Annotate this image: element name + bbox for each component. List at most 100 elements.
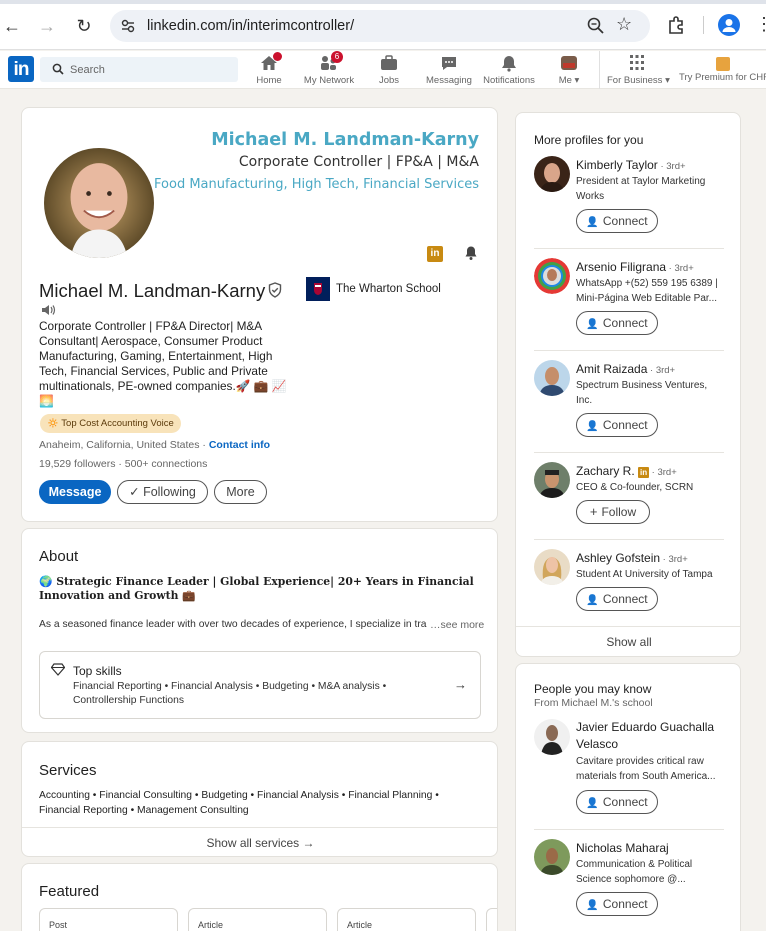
nav-messaging-label: Messaging xyxy=(426,75,472,86)
back-icon[interactable]: ← xyxy=(0,14,24,38)
person-name[interactable]: Nicholas Maharaj xyxy=(576,841,669,855)
nav-notifications[interactable]: Notifications xyxy=(479,54,539,86)
add-person-icon: 👤 xyxy=(586,595,599,606)
connect-button[interactable]: 👤 Connect xyxy=(576,790,658,814)
followers-connections[interactable]: 19,529 followers · 500+ connections xyxy=(39,458,207,470)
person-name-text[interactable]: Amit Raizada xyxy=(576,362,647,376)
linkedin-premium-badge-icon: in xyxy=(427,246,443,262)
location-text: Anaheim, California, United States · xyxy=(39,439,209,451)
profile-photo[interactable] xyxy=(41,145,157,261)
nav-divider xyxy=(599,51,600,89)
following-button[interactable]: ✓ Following xyxy=(117,480,208,504)
nav-jobs[interactable]: Jobs xyxy=(359,54,419,86)
about-text: As a seasoned finance leader with over t… xyxy=(39,619,427,630)
profile-card: Michael M. Landman-Karny Corporate Contr… xyxy=(21,107,498,522)
person-name[interactable]: Arsenio Filigrana · 3rd+ xyxy=(576,260,694,274)
person-name[interactable]: Ashley Gofstein · 3rd+ xyxy=(576,551,688,565)
forward-icon[interactable]: → xyxy=(35,14,59,38)
contact-info-link[interactable]: Contact info xyxy=(209,439,270,451)
search-icon xyxy=(52,63,64,75)
wharton-logo-icon[interactable] xyxy=(306,277,330,301)
premium-icon[interactable] xyxy=(716,57,730,71)
browser-menu-icon[interactable]: ⋮ xyxy=(755,14,766,35)
message-button[interactable]: Message xyxy=(39,480,111,504)
extensions-icon[interactable] xyxy=(666,14,688,36)
top-skills-box[interactable]: Top skills Financial Reporting • Financi… xyxy=(39,651,481,719)
network-badge: 6 xyxy=(331,51,343,63)
avatar[interactable] xyxy=(534,462,570,498)
featured-tile-type: Article xyxy=(347,920,373,930)
featured-tile[interactable]: Post xyxy=(39,908,178,931)
toolbar-divider xyxy=(703,16,704,34)
linkedin-logo-icon[interactable]: in xyxy=(8,56,34,82)
follow-button[interactable]: + Follow xyxy=(576,500,650,524)
services-list: Accounting • Financial Consulting • Budg… xyxy=(39,790,439,816)
try-premium-link[interactable]: Try Premium for CHF0 xyxy=(679,72,766,83)
me-avatar-icon xyxy=(559,54,579,72)
arrow-right-icon[interactable]: → xyxy=(454,677,467,692)
nav-me[interactable]: Me ▾ xyxy=(539,54,599,86)
show-all-link[interactable]: Show all xyxy=(516,635,740,649)
site-settings-icon[interactable] xyxy=(120,18,136,34)
add-person-icon: 👤 xyxy=(586,217,599,228)
nav-home-label: Home xyxy=(256,75,282,86)
connect-button[interactable]: 👤 Connect xyxy=(576,311,658,335)
notifications-bell-icon xyxy=(499,54,519,72)
avatar[interactable] xyxy=(534,156,570,192)
person-name-text[interactable]: Kimberly Taylor xyxy=(576,158,658,172)
services-title: Services xyxy=(39,762,97,779)
follow-bell-icon[interactable] xyxy=(463,245,479,261)
avatar[interactable] xyxy=(534,360,570,396)
nav-me-label: Me ▾ xyxy=(558,75,580,86)
featured-tile[interactable]: Article xyxy=(188,908,327,931)
person-name[interactable]: Javier Eduardo Guachalla Velasco xyxy=(576,719,726,753)
connect-button[interactable]: 👤 Connect xyxy=(576,892,658,916)
top-voice-badge[interactable]: 🔅 Top Cost Accounting Voice xyxy=(40,414,181,433)
search-input[interactable]: Search xyxy=(40,57,238,82)
top-skills-title: Top skills xyxy=(73,664,122,678)
zoom-icon[interactable] xyxy=(586,16,606,36)
address-bar[interactable]: linkedin.com/in/interimcontroller/ ☆ xyxy=(110,10,650,42)
person-name-text[interactable]: Ashley Gofstein xyxy=(576,551,660,565)
connect-label: Connect xyxy=(602,897,648,911)
home-badge xyxy=(273,52,282,61)
bookmark-star-icon[interactable]: ☆ xyxy=(616,14,632,35)
add-person-icon: 👤 xyxy=(586,319,599,330)
url-text[interactable]: linkedin.com/in/interimcontroller/ xyxy=(147,18,354,34)
nav-business-label: For Business ▾ xyxy=(607,75,670,86)
person-name-text[interactable]: Arsenio Filigrana xyxy=(576,260,666,274)
name-pronunciation-icon[interactable] xyxy=(40,303,56,317)
nav-for-business[interactable]: For Business ▾ xyxy=(607,54,670,86)
avatar[interactable] xyxy=(534,839,570,875)
nav-home[interactable]: Home xyxy=(239,52,299,86)
browser-toolbar: ← → ↻ linkedin.com/in/interimcontroller/… xyxy=(0,0,766,50)
verified-shield-icon[interactable] xyxy=(267,282,283,298)
connect-button[interactable]: 👤 Connect xyxy=(576,587,658,611)
see-more-link[interactable]: …see more xyxy=(430,619,484,631)
avatar[interactable] xyxy=(534,549,570,585)
diamond-icon xyxy=(51,663,65,676)
person-name[interactable]: Kimberly Taylor · 3rd+ xyxy=(576,158,686,172)
featured-tile[interactable]: Article xyxy=(337,908,476,931)
person-headline: WhatsApp +(52) 559 195 6389 | Mini-Págin… xyxy=(576,278,718,304)
show-all-services-link[interactable]: Show all services → xyxy=(22,836,497,850)
avatar[interactable] xyxy=(534,719,570,755)
divider xyxy=(534,539,724,540)
connect-button[interactable]: 👤 Connect xyxy=(576,209,658,233)
location-line: Anaheim, California, United States · Con… xyxy=(39,439,270,451)
person-name[interactable]: Zachary R. in · 3rd+ xyxy=(576,464,677,478)
nav-messaging[interactable]: Messaging xyxy=(419,54,479,86)
browser-profile-icon[interactable] xyxy=(718,14,740,36)
avatar[interactable] xyxy=(534,258,570,294)
featured-tile-partial[interactable] xyxy=(486,908,497,931)
banner-subtitle: Corporate Controller | FP&A | M&A xyxy=(238,154,479,170)
pymk-title: People you may know xyxy=(534,682,652,696)
more-button[interactable]: More xyxy=(214,480,267,504)
person-name[interactable]: Amit Raizada · 3rd+ xyxy=(576,362,675,376)
featured-card: Featured Post Article Article xyxy=(21,863,498,931)
nav-my-network[interactable]: 6 My Network xyxy=(299,51,359,86)
connect-button[interactable]: 👤 Connect xyxy=(576,413,658,437)
person-name-text[interactable]: Zachary R. xyxy=(576,464,635,478)
school-link[interactable]: The Wharton School xyxy=(336,283,441,295)
reload-icon[interactable]: ↻ xyxy=(72,14,96,38)
